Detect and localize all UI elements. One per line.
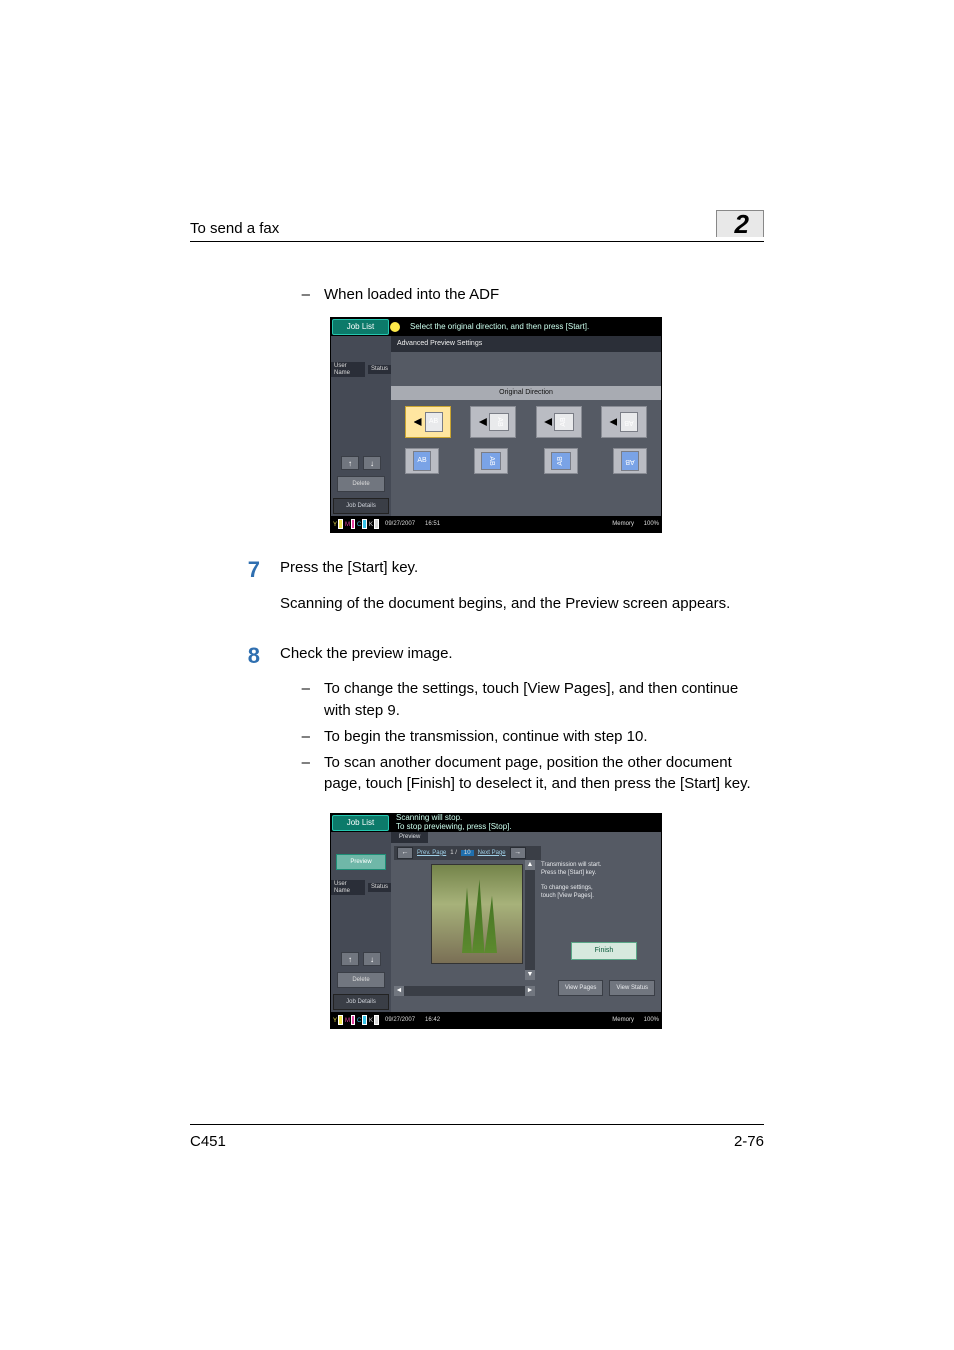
job-details-button[interactable]: Job Details: [333, 994, 389, 1010]
footer-left: C451: [190, 1133, 226, 1150]
step-8-bullet-1: To change the settings, touch [View Page…: [324, 678, 764, 722]
dash-icon: –: [300, 678, 310, 722]
chapter-number: 2: [735, 209, 749, 240]
job-list-button[interactable]: Job List: [332, 319, 389, 335]
step-number-7: 7: [190, 557, 260, 629]
user-name-label: User Name: [331, 362, 365, 377]
info-line-1: Transmission will start.: [541, 862, 601, 868]
page-total: 10: [461, 850, 474, 857]
scroll-right-icon[interactable]: ►: [525, 986, 535, 996]
step-7-line-2: Scanning of the document begins, and the…: [280, 593, 764, 615]
orientation-option-6[interactable]: AB: [474, 448, 508, 474]
step-7-line-1: Press the [Start] key.: [280, 557, 764, 579]
vertical-scrollbar[interactable]: ▲ ▼: [525, 860, 535, 980]
view-status-button[interactable]: View Status: [609, 980, 655, 996]
memory-label: Memory: [612, 521, 634, 527]
page-current: 1 /: [450, 850, 457, 857]
step-number-8: 8: [190, 643, 260, 800]
toner-c-icon: C: [357, 519, 367, 529]
chapter-badge: 2: [716, 210, 764, 237]
finish-button[interactable]: Finish: [571, 942, 637, 960]
preview-tab[interactable]: Preview: [391, 832, 428, 843]
orientation-option-2[interactable]: AB: [470, 406, 516, 438]
preview-info: Transmission will start. Press the [Star…: [541, 862, 655, 901]
page-icon: AB: [413, 451, 431, 471]
toner-m-icon: M: [345, 1015, 355, 1025]
header-title: To send a fax: [190, 220, 279, 237]
status-label: Status: [368, 365, 391, 374]
status-label: Status: [368, 883, 391, 892]
orientation-option-8[interactable]: AB: [613, 448, 647, 474]
orientation-option-1[interactable]: AB: [405, 406, 451, 438]
advanced-preview-settings-header: Advanced Preview Settings: [391, 336, 661, 352]
orientation-option-7[interactable]: AB: [544, 448, 578, 474]
preview-image: [431, 864, 523, 964]
info-line-3: To change settings,: [541, 885, 593, 891]
scroll-down-icon[interactable]: ▼: [525, 970, 535, 980]
status-date: 09/27/2007: [385, 521, 415, 528]
preview-button[interactable]: Preview: [336, 854, 386, 870]
dash-icon: –: [300, 752, 310, 796]
delete-button[interactable]: Delete: [337, 476, 385, 492]
top-message: Select the original direction, and then …: [404, 323, 661, 332]
step-8-line-1: Check the preview image.: [280, 643, 764, 665]
memory-value: 100%: [644, 521, 659, 527]
scroll-up-button[interactable]: ↑: [341, 456, 359, 470]
status-date: 09/27/2007: [385, 1017, 415, 1024]
dash-icon: –: [300, 286, 310, 303]
intro-bullet: When loaded into the ADF: [324, 286, 499, 303]
hint-icon: [390, 322, 400, 332]
step-8-bullet-2: To begin the transmission, continue with…: [324, 726, 764, 748]
scroll-left-icon[interactable]: ◄: [394, 986, 404, 996]
scroll-down-button[interactable]: ↓: [363, 456, 381, 470]
horizontal-scrollbar[interactable]: ◄ ►: [394, 986, 535, 996]
screenshot-original-direction: Job List Select the original direction, …: [330, 317, 662, 533]
toner-c-icon: C: [357, 1015, 367, 1025]
user-name-label: User Name: [331, 880, 365, 895]
info-line-4: touch [View Pages].: [541, 893, 594, 899]
next-page-link[interactable]: Next Page: [478, 850, 506, 857]
dash-icon: –: [300, 726, 310, 748]
page-icon: AB: [481, 452, 501, 470]
page-icon: AB: [620, 412, 638, 432]
delete-button[interactable]: Delete: [337, 972, 385, 988]
status-time: 16:42: [425, 1017, 440, 1024]
screenshot-preview: Job List Scanning will stop. To stop pre…: [330, 813, 662, 1029]
top-message: Scanning will stop. To stop previewing, …: [390, 814, 661, 832]
step-8-bullet-3: To scan another document page, position …: [324, 752, 764, 796]
prev-page-link[interactable]: Prev. Page: [417, 850, 446, 857]
toner-y-icon: Y: [333, 519, 343, 529]
view-pages-button[interactable]: View Pages: [558, 980, 604, 996]
page-icon: AB: [554, 413, 574, 431]
page-icon: AB: [425, 412, 443, 432]
job-details-button[interactable]: Job Details: [333, 498, 389, 514]
scroll-down-button[interactable]: ↓: [363, 952, 381, 966]
info-line-2: Press the [Start] key.: [541, 870, 596, 876]
page-icon: AB: [621, 451, 639, 471]
top-message-1: Scanning will stop.: [396, 813, 462, 822]
page-icon: AB: [551, 452, 571, 470]
memory-label: Memory: [612, 1017, 634, 1023]
toner-k-icon: K: [369, 519, 379, 529]
toner-k-icon: K: [369, 1015, 379, 1025]
status-time: 16:51: [425, 521, 440, 528]
toner-y-icon: Y: [333, 1015, 343, 1025]
footer-right: 2-76: [734, 1133, 764, 1150]
orientation-option-4[interactable]: AB: [601, 406, 647, 438]
top-message-2: To stop previewing, press [Stop].: [396, 822, 512, 831]
orientation-option-5[interactable]: AB: [405, 448, 439, 474]
memory-value: 100%: [644, 1017, 659, 1023]
next-page-arrow[interactable]: →: [510, 847, 526, 859]
job-list-button[interactable]: Job List: [332, 815, 389, 831]
prev-page-arrow[interactable]: ←: [397, 847, 413, 859]
scroll-up-button[interactable]: ↑: [341, 952, 359, 966]
toner-m-icon: M: [345, 519, 355, 529]
original-direction-label: Original Direction: [391, 386, 661, 400]
orientation-option-3[interactable]: AB: [536, 406, 582, 438]
scroll-up-icon[interactable]: ▲: [525, 860, 535, 870]
page-icon: AB: [489, 413, 509, 431]
